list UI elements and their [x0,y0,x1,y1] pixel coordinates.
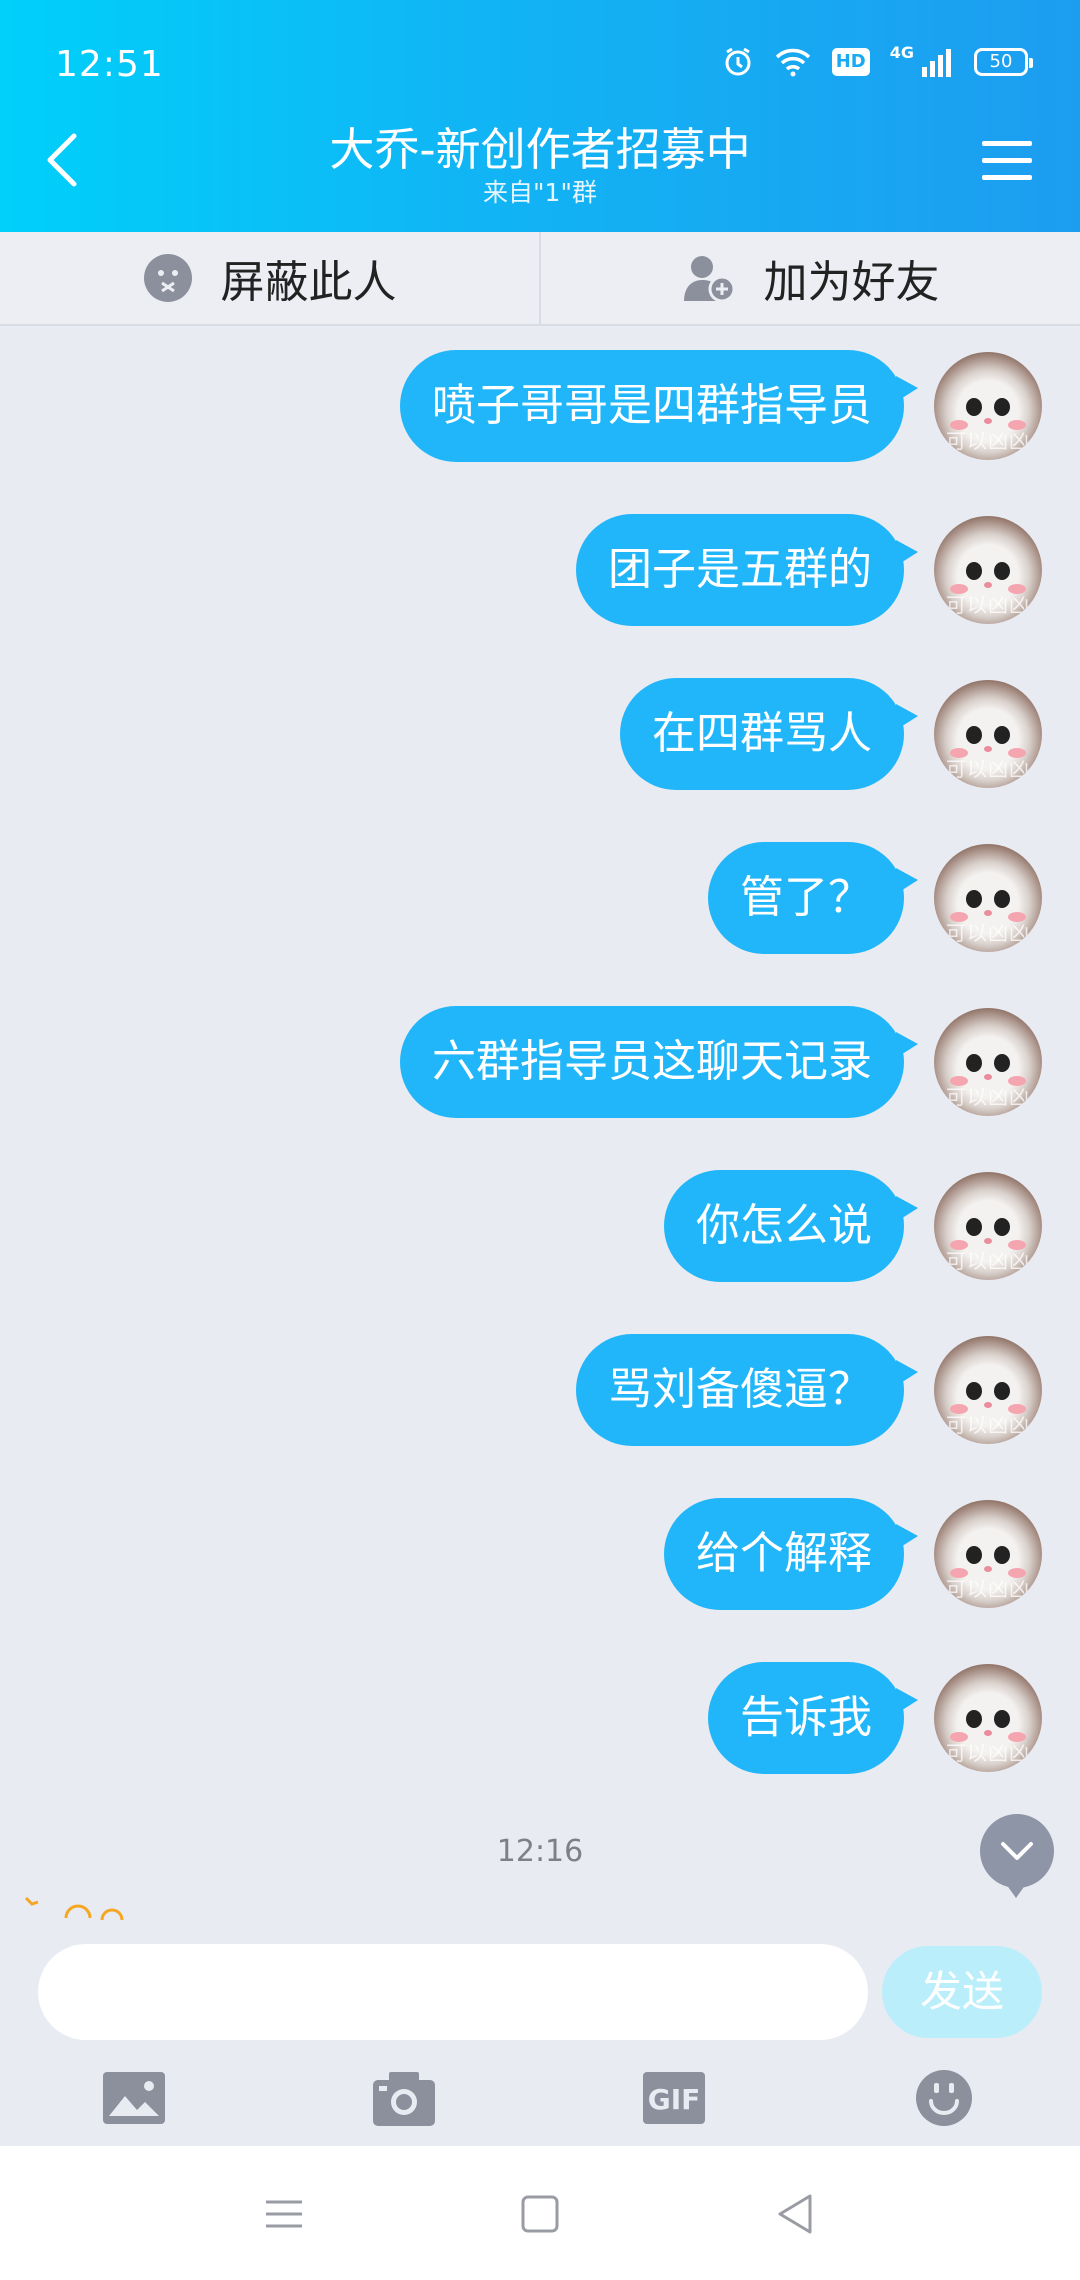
svg-text:GIF: GIF [648,2083,701,2116]
avatar[interactable]: 可以凶凶 [934,352,1042,460]
add-friend-icon [683,256,735,303]
stranger-action-bar: 屏蔽此人 加为好友 [0,232,1080,326]
message-bubble[interactable]: 六群指导员这聊天记录 [400,1006,918,1118]
avatar[interactable]: 可以凶凶 [934,1008,1042,1116]
avatar[interactable]: 可以凶凶 [934,516,1042,624]
emoji-button[interactable] [912,2068,976,2128]
message-bubble[interactable]: 骂刘备傻逼？ [576,1334,918,1446]
block-user-label: 屏蔽此人 [220,257,397,308]
avatar[interactable]: 可以凶凶 [934,680,1042,788]
wifi-icon [775,48,810,77]
message-bubble[interactable]: 管了？ [708,842,918,954]
message-item: 你怎么说 可以凶凶 [664,1170,1042,1282]
message-bubble[interactable]: 团子是五群的 [576,514,918,626]
avatar[interactable]: 可以凶凶 [934,1336,1042,1444]
message-bubble[interactable]: 告诉我 [708,1662,918,1774]
message-item: 告诉我 可以凶凶 [708,1662,1042,1774]
message-bubble[interactable]: 喷子哥哥是四群指导员 [400,350,918,462]
avatar-watermark: 可以凶凶 [946,593,1030,617]
emoji-icon [916,2070,972,2126]
message-bubble[interactable]: 你怎么说 [664,1170,918,1282]
avatar[interactable]: 可以凶凶 [934,844,1042,952]
message-item: 骂刘备傻逼？ 可以凶凶 [576,1334,1042,1446]
message-item: 给个解释 可以凶凶 [664,1498,1042,1610]
menu-button[interactable] [982,138,1032,184]
message-item: 六群指导员这聊天记录 可以凶凶 [400,1006,1042,1118]
avatar-watermark: 可以凶凶 [946,1249,1030,1273]
camera-icon [373,2072,435,2126]
avatar-watermark: 可以凶凶 [946,1085,1030,1109]
message-input-row: 发送 [0,1930,1080,2050]
status-time: 12:51 [55,44,164,85]
add-friend-button[interactable]: 加为好友 [539,232,1080,324]
gif-button[interactable]: GIF [642,2068,706,2128]
chat-title: 大乔-新创作者招募中 [329,123,751,176]
avatar[interactable]: 可以凶凶 [934,1500,1042,1608]
avatar[interactable]: 可以凶凶 [934,1172,1042,1280]
avatar-watermark: 可以凶凶 [946,429,1030,453]
system-navigation-bar [0,2146,1080,2280]
message-item: 在四群骂人 可以凶凶 [620,678,1042,790]
alarm-icon [725,47,751,76]
message-bubble[interactable]: 在四群骂人 [620,678,918,790]
battery-indicator: 50 [974,48,1033,76]
message-bubble[interactable]: 给个解释 [664,1498,918,1610]
block-user-button[interactable]: 屏蔽此人 [0,232,539,324]
message-timestamp: 12:16 [496,1834,584,1869]
block-icon [143,254,192,302]
avatar-watermark: 可以凶凶 [946,757,1030,781]
chevron-down-icon [1001,1842,1033,1860]
camera-button[interactable] [372,2068,436,2128]
recent-apps-button[interactable] [260,2190,308,2238]
image-icon [103,2072,165,2124]
chat-header: 12:51 HD 4G 50 大乔-新创作者招募中 来自"1"群 [0,0,1080,232]
message-item: 团子是五群的 可以凶凶 [576,514,1042,626]
send-button[interactable]: 发送 [882,1946,1042,2038]
message-list[interactable]: 喷子哥哥是四群指导员 可以凶凶 团子是五群的 可以凶凶 在四群骂人 可以凶凶 管… [0,326,1080,1774]
add-friend-label: 加为好友 [763,257,940,308]
avatar-watermark: 可以凶凶 [946,921,1030,945]
home-button[interactable] [516,2190,564,2238]
message-item: 管了？ 可以凶凶 [708,842,1042,954]
hd-badge: HD [831,48,870,76]
avatar[interactable]: 可以凶凶 [934,1664,1042,1772]
back-nav-button[interactable] [772,2190,820,2238]
status-icons: HD 4G 50 [722,42,1033,78]
chat-subtitle: 来自"1"群 [483,178,597,207]
avatar-watermark: 可以凶凶 [946,1413,1030,1437]
scroll-to-bottom-button[interactable] [980,1814,1054,1898]
image-picker-button[interactable] [102,2068,166,2128]
typing-indicator-icon [24,1896,124,1921]
message-input[interactable] [38,1944,868,2040]
avatar-watermark: 可以凶凶 [946,1577,1030,1601]
network-type: 4G [889,42,914,62]
message-item: 喷子哥哥是四群指导员 可以凶凶 [400,350,1042,462]
avatar-watermark: 可以凶凶 [946,1741,1030,1765]
gif-icon: GIF [643,2072,705,2124]
signal-icon [922,49,951,77]
